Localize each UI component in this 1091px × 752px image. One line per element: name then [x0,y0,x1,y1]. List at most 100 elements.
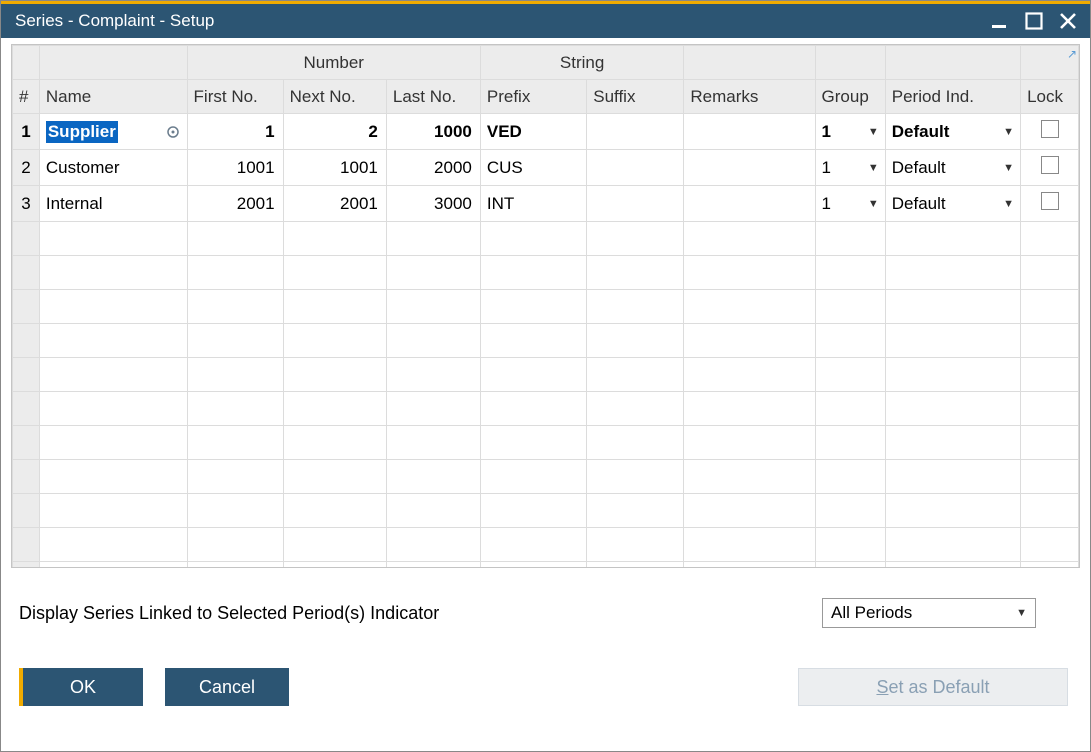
empty-cell[interactable] [39,460,187,494]
minimize-icon[interactable] [990,11,1010,31]
empty-cell[interactable] [815,324,885,358]
empty-cell[interactable] [1021,528,1079,562]
empty-cell[interactable] [587,358,684,392]
cell-lock[interactable] [1021,150,1079,186]
cell-prefix[interactable]: INT [480,186,586,222]
table-row-empty[interactable] [13,256,1079,290]
empty-cell[interactable] [684,290,815,324]
empty-cell[interactable] [1021,392,1079,426]
empty-cell[interactable] [684,256,815,290]
empty-cell[interactable] [386,528,480,562]
empty-cell[interactable] [587,528,684,562]
empty-cell[interactable] [1021,562,1079,569]
empty-cell[interactable] [13,324,40,358]
cell-suffix[interactable] [587,150,684,186]
cell-remarks[interactable] [684,150,815,186]
empty-cell[interactable] [885,256,1020,290]
empty-cell[interactable] [815,290,885,324]
empty-cell[interactable] [885,222,1020,256]
cell-group[interactable]: 1▼ [815,150,885,186]
empty-cell[interactable] [386,562,480,569]
header-lock[interactable]: Lock [1021,80,1079,114]
empty-cell[interactable] [386,256,480,290]
cell-prefix[interactable]: VED [480,114,586,150]
table-row[interactable]: 3Internal200120013000INT1▼Default▼ [13,186,1079,222]
cell-period[interactable]: Default▼ [885,186,1020,222]
header-group[interactable]: Group [815,80,885,114]
empty-cell[interactable] [815,358,885,392]
empty-cell[interactable] [684,324,815,358]
empty-cell[interactable] [480,256,586,290]
cell-next[interactable]: 2 [283,114,386,150]
period-filter-select[interactable]: All Periods ▼ [822,598,1036,628]
cell-prefix[interactable]: CUS [480,150,586,186]
empty-cell[interactable] [386,290,480,324]
empty-cell[interactable] [39,324,187,358]
ok-button[interactable]: OK [19,668,143,706]
lock-checkbox[interactable] [1041,156,1059,174]
empty-cell[interactable] [684,358,815,392]
table-row[interactable]: 1Supplier121000VED1▼Default▼ [13,114,1079,150]
empty-cell[interactable] [885,494,1020,528]
empty-cell[interactable] [815,494,885,528]
header-period[interactable]: Period Ind. [885,80,1020,114]
empty-cell[interactable] [13,494,40,528]
empty-cell[interactable] [480,528,586,562]
expand-grid-icon[interactable]: ↗ [1067,47,1077,61]
empty-cell[interactable] [1021,426,1079,460]
empty-cell[interactable] [684,392,815,426]
empty-cell[interactable] [187,460,283,494]
empty-cell[interactable] [283,392,386,426]
table-row-empty[interactable] [13,460,1079,494]
cell-last[interactable]: 1000 [386,114,480,150]
table-row-empty[interactable] [13,528,1079,562]
empty-cell[interactable] [13,392,40,426]
cell-first[interactable]: 1001 [187,150,283,186]
cell-lock[interactable] [1021,186,1079,222]
empty-cell[interactable] [386,494,480,528]
empty-cell[interactable] [13,528,40,562]
row-action-icon[interactable] [165,124,181,140]
empty-cell[interactable] [885,460,1020,494]
empty-cell[interactable] [283,562,386,569]
lock-checkbox[interactable] [1041,192,1059,210]
empty-cell[interactable] [386,460,480,494]
empty-cell[interactable] [684,528,815,562]
header-next-no[interactable]: Next No. [283,80,386,114]
empty-cell[interactable] [39,222,187,256]
empty-cell[interactable] [187,392,283,426]
empty-cell[interactable] [39,392,187,426]
cell-suffix[interactable] [587,114,684,150]
empty-cell[interactable] [13,426,40,460]
empty-cell[interactable] [13,256,40,290]
empty-cell[interactable] [885,528,1020,562]
empty-cell[interactable] [13,460,40,494]
table-row-empty[interactable] [13,222,1079,256]
empty-cell[interactable] [815,426,885,460]
empty-cell[interactable] [815,392,885,426]
empty-cell[interactable] [1021,358,1079,392]
table-row-empty[interactable] [13,562,1079,569]
empty-cell[interactable] [885,392,1020,426]
table-row-empty[interactable] [13,358,1079,392]
header-rownum[interactable]: # [13,80,40,114]
empty-cell[interactable] [386,392,480,426]
empty-cell[interactable] [587,324,684,358]
empty-cell[interactable] [1021,494,1079,528]
cell-remarks[interactable] [684,114,815,150]
empty-cell[interactable] [480,358,586,392]
empty-cell[interactable] [283,460,386,494]
cell-group[interactable]: 1▼ [815,186,885,222]
empty-cell[interactable] [13,290,40,324]
empty-cell[interactable] [587,426,684,460]
empty-cell[interactable] [885,562,1020,569]
empty-cell[interactable] [283,528,386,562]
empty-cell[interactable] [587,562,684,569]
empty-cell[interactable] [187,494,283,528]
cell-name[interactable]: Customer [39,150,187,186]
empty-cell[interactable] [39,562,187,569]
empty-cell[interactable] [885,290,1020,324]
header-suffix[interactable]: Suffix [587,80,684,114]
table-row-empty[interactable] [13,392,1079,426]
empty-cell[interactable] [13,358,40,392]
